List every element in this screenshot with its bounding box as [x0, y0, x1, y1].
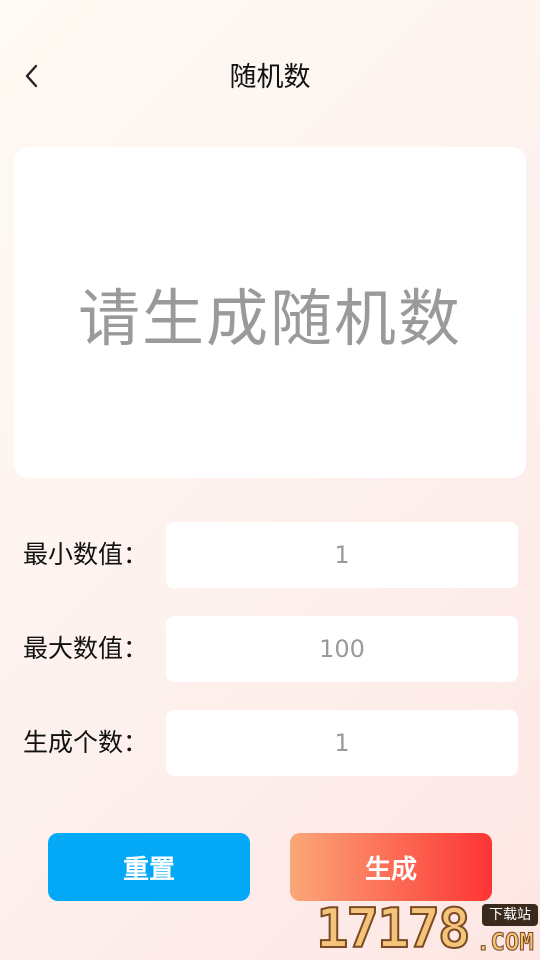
- result-display-card: 请生成随机数: [14, 147, 526, 478]
- max-value-label: 最大数值：: [23, 634, 149, 663]
- generate-button[interactable]: 生成: [290, 833, 492, 901]
- result-text: 请生成随机数: [77, 281, 462, 355]
- min-value-label: 最小数值：: [23, 540, 149, 569]
- count-input[interactable]: [166, 710, 518, 776]
- app-header: 随机数: [0, 0, 540, 155]
- min-value-input[interactable]: [166, 522, 518, 588]
- count-label: 生成个数：: [23, 728, 149, 757]
- watermark-badge: 下载站: [482, 904, 538, 926]
- max-value-row: 最大数值：: [0, 616, 540, 682]
- watermark-domain: .COM: [476, 928, 535, 957]
- watermark-logo: 17178 下载站 .COM: [315, 897, 540, 960]
- min-value-row: 最小数值：: [0, 522, 540, 588]
- count-row: 生成个数：: [0, 710, 540, 776]
- watermark-digits: 17178: [315, 897, 472, 960]
- reset-button[interactable]: 重置: [48, 833, 250, 901]
- max-value-input[interactable]: [166, 616, 518, 682]
- page-title: 随机数: [229, 62, 311, 93]
